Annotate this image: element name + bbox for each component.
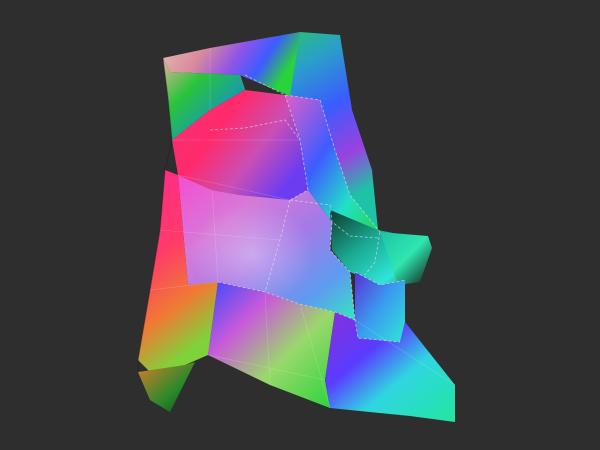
mesh-render[interactable] <box>0 0 600 450</box>
mesh-face <box>138 362 195 412</box>
3d-viewport[interactable] <box>0 0 600 450</box>
mesh-object[interactable] <box>137 32 456 422</box>
